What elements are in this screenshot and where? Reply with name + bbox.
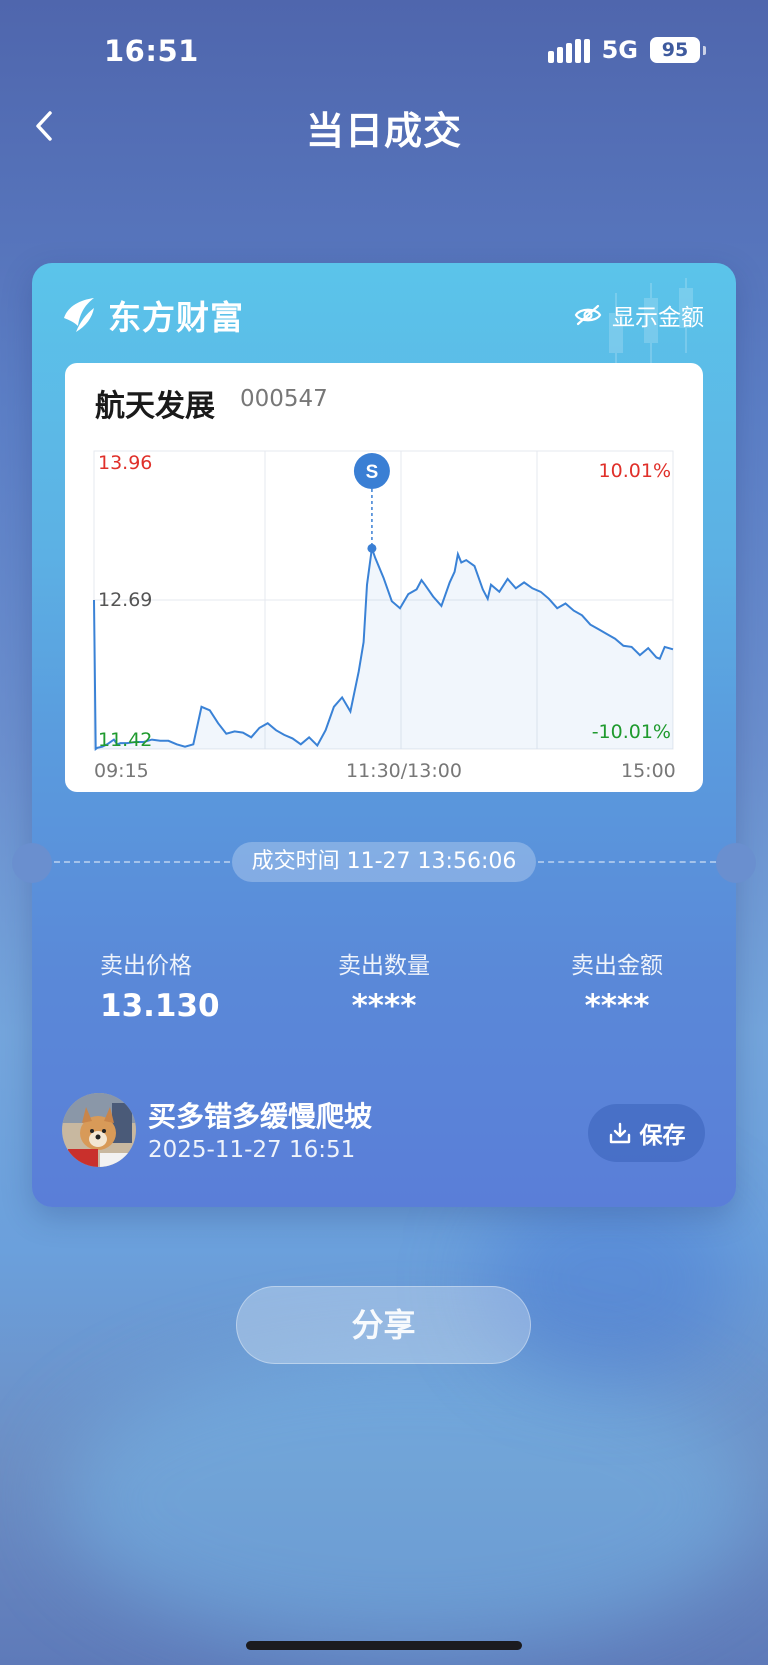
ticket-notch-left [12,843,52,883]
stat-sell-amount: 卖出金额 **** [517,946,717,1024]
x-label-open: 09:15 [94,760,149,782]
dashed-divider-left [54,861,230,863]
dog-avatar-icon [62,1093,136,1167]
y-min-label: 11.42 [98,729,153,751]
deal-time-badge: 成交时间 11-27 13:56:06 [232,842,536,882]
y-max-label: 13.96 [98,452,153,474]
user-name: 买多错多缓慢爬坡 [148,1100,373,1133]
pct-max-label: 10.01% [598,460,671,482]
background-glow [60,1350,760,1650]
stat-label: 卖出金额 [571,953,663,979]
avatar[interactable] [62,1093,136,1167]
stat-value: **** [351,988,417,1024]
x-label-midday: 11:30/13:00 [346,760,462,782]
home-indicator [246,1641,522,1650]
intraday-chart: S [93,450,674,751]
save-label: 保存 [639,1123,686,1149]
x-label-close: 15:00 [621,760,676,782]
save-button[interactable]: 保存 [588,1104,705,1162]
pct-min-label: -10.01% [591,721,671,743]
download-icon [609,1122,630,1144]
sell-marker-label: S [366,462,379,483]
stat-value: 13.130 [100,988,220,1024]
ticket-notch-right [716,843,756,883]
stat-value: **** [584,988,650,1024]
user-timestamp: 2025-11-27 16:51 [148,1137,356,1163]
share-button[interactable]: 分享 [236,1286,531,1364]
sell-point-dot [367,543,377,553]
stat-sell-quantity: 卖出数量 **** [284,946,484,1024]
stat-sell-price: 卖出价格 13.130 [100,946,300,1024]
y-mid-label: 12.69 [98,589,153,611]
dashed-divider-right [538,861,716,863]
stat-label: 卖出数量 [338,953,430,979]
stat-label: 卖出价格 [100,953,192,979]
